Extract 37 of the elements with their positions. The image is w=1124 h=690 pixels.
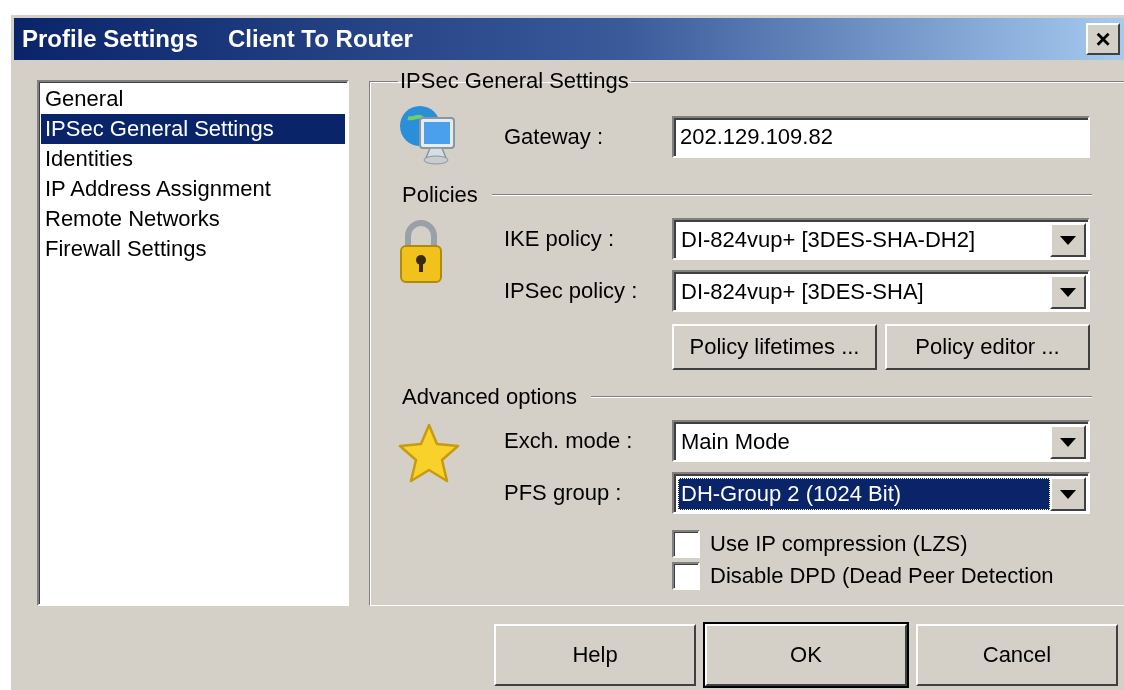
window-title: Profile Settings (22, 25, 199, 53)
field-label: Exch. mode : (504, 427, 634, 455)
section-heading: Advanced options (402, 384, 577, 410)
dropdown[interactable]: Main Mode (672, 420, 1090, 462)
list-item[interactable]: IP Address Assignment (41, 174, 345, 204)
caret-icon (1060, 235, 1076, 245)
policy-button[interactable]: Policy lifetimes ... (672, 324, 877, 370)
list-item[interactable]: Identities (41, 144, 345, 174)
caret-icon (1060, 437, 1076, 447)
dropdown[interactable]: DI-824vup+ [3DES-SHA] (672, 270, 1090, 312)
window-subtitle: Client To Router (228, 25, 413, 53)
list-item[interactable]: Remote Networks (41, 204, 345, 234)
field-label: IKE policy : (504, 225, 616, 253)
padlock-icon (398, 218, 444, 284)
field-label: PFS group : (504, 479, 623, 507)
section-heading: Policies (402, 182, 478, 208)
dialog-button[interactable]: Help (494, 624, 696, 686)
list-item[interactable]: Firewall Settings (41, 234, 345, 264)
dropdown[interactable]: DI-824vup+ [3DES-SHA-DH2] (672, 218, 1090, 260)
checkbox-label: Use IP compression (LZS) (710, 531, 968, 557)
close-button[interactable]: × (1086, 23, 1120, 55)
checkbox-label: Disable DPD (Dead Peer Detection (710, 563, 1054, 589)
field-label: IPSec policy : (504, 277, 639, 305)
dropdown[interactable]: DH-Group 2 (1024 Bit) (672, 472, 1090, 514)
field-label: Gateway : (504, 123, 605, 151)
checkbox[interactable] (672, 530, 700, 558)
caret-icon (1060, 489, 1076, 499)
dialog-button[interactable]: OK (705, 624, 907, 686)
policy-button[interactable]: Policy editor ... (885, 324, 1090, 370)
list-item[interactable]: General (41, 84, 345, 114)
gateway-field[interactable]: 202.129.109.82 (672, 116, 1090, 158)
list-item[interactable]: IPSec General Settings (41, 114, 345, 144)
group-title: IPSec General Settings (399, 68, 630, 94)
caret-icon (1060, 287, 1076, 297)
star-icon (398, 422, 460, 484)
checkbox[interactable] (672, 562, 700, 590)
dialog-button[interactable]: Cancel (916, 624, 1118, 686)
